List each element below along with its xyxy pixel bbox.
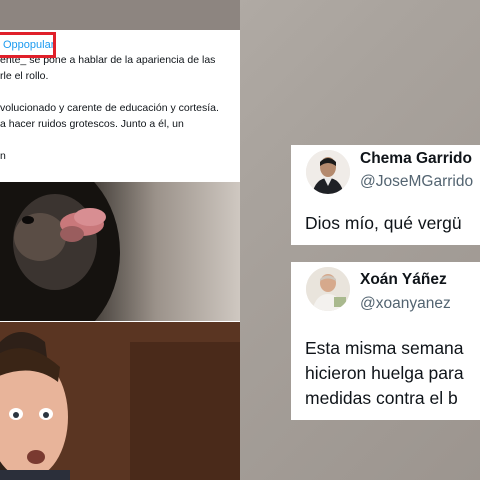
avatar[interactable]: [306, 150, 350, 194]
avatar-image: [306, 267, 350, 311]
avatar-image: [306, 150, 350, 194]
chimp-photo: [0, 182, 240, 322]
author-handle[interactable]: @xoanyanez: [360, 295, 451, 313]
author-handle[interactable]: @JoseMGarrido: [360, 173, 473, 191]
tweet-card[interactable]: Chema Garrido @JoseMGarrido Dios mío, qu…: [291, 145, 480, 245]
chimp-illustration: [0, 182, 120, 322]
tweet-text: Dios mío, qué vergü: [305, 213, 462, 233]
author-name[interactable]: Chema Garrido: [360, 150, 472, 168]
post-panel: ente_ se pone a hablar de la apariencia …: [0, 30, 240, 182]
politician-photo: [0, 322, 240, 480]
post-text: ente_ se pone a hablar de la apariencia …: [0, 54, 219, 162]
highlighted-mention[interactable]: Oppopular: [0, 32, 56, 58]
mention-link[interactable]: Oppopular: [3, 39, 53, 51]
man-illustration: [0, 322, 240, 480]
avatar[interactable]: [306, 267, 350, 311]
author-name[interactable]: Xoán Yáñez: [360, 271, 447, 289]
tweet-card[interactable]: Xoán Yáñez @xoanyanez Esta misma semana …: [291, 262, 480, 420]
tweet-text: Esta misma semana hicieron huelga para m…: [305, 338, 464, 408]
